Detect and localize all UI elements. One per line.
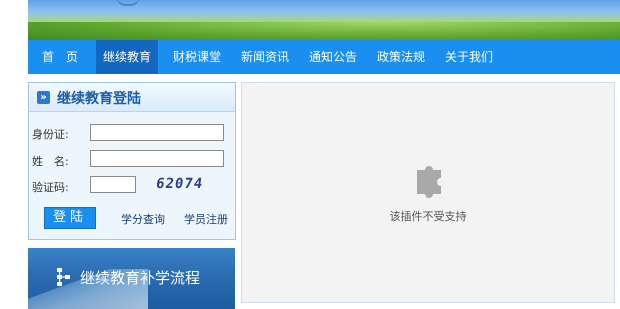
puzzle-icon bbox=[417, 166, 441, 198]
double-chevron-icon: » bbox=[37, 91, 50, 104]
nav-item-tax-class[interactable]: 财税课堂 bbox=[166, 40, 228, 74]
nav-item-continuing-education[interactable]: 继续教育 bbox=[96, 40, 158, 74]
name-input[interactable] bbox=[90, 150, 224, 167]
plugin-placeholder: 该插件不受支持 bbox=[241, 82, 615, 303]
captcha-image[interactable]: 62074 bbox=[154, 176, 212, 196]
register-link[interactable]: 学员注册 bbox=[184, 211, 228, 227]
captcha-label: 验证码: bbox=[32, 181, 69, 194]
captcha-text: 62074 bbox=[154, 176, 205, 192]
name-label: 姓 名: bbox=[32, 155, 69, 168]
credit-query-link[interactable]: 学分查询 bbox=[121, 211, 165, 227]
nav-item-news[interactable]: 新闻资讯 bbox=[234, 40, 296, 74]
nav-item-policies[interactable]: 政策法规 bbox=[370, 40, 432, 74]
nav-item-about[interactable]: 关于我们 bbox=[438, 40, 500, 74]
id-number-input[interactable] bbox=[90, 124, 224, 141]
header-banner bbox=[28, 0, 620, 40]
main-nav: 首 页 继续教育 财税课堂 新闻资讯 通知公告 政策法规 关于我们 bbox=[28, 40, 620, 74]
flowchart-icon bbox=[57, 268, 70, 286]
grass-hill bbox=[28, 22, 620, 40]
login-panel: » 继续教育登陆 身份证: 姓 名: 验证码: 62074 登陆 学分查询 学员… bbox=[28, 82, 236, 240]
login-title: 继续教育登陆 bbox=[57, 91, 141, 107]
login-panel-header: » 继续教育登陆 bbox=[29, 83, 235, 112]
captcha-input[interactable] bbox=[90, 176, 136, 193]
flow-banner[interactable]: 继续教育补学流程 bbox=[28, 248, 235, 309]
logo-fragment bbox=[116, 0, 140, 6]
plugin-unsupported-message: 该插件不受支持 bbox=[389, 210, 467, 223]
nav-item-home[interactable]: 首 页 bbox=[34, 40, 86, 74]
nav-item-notices[interactable]: 通知公告 bbox=[302, 40, 364, 74]
id-label: 身份证: bbox=[32, 128, 69, 141]
login-button[interactable]: 登陆 bbox=[44, 207, 96, 229]
flow-banner-label: 继续教育补学流程 bbox=[80, 269, 201, 287]
